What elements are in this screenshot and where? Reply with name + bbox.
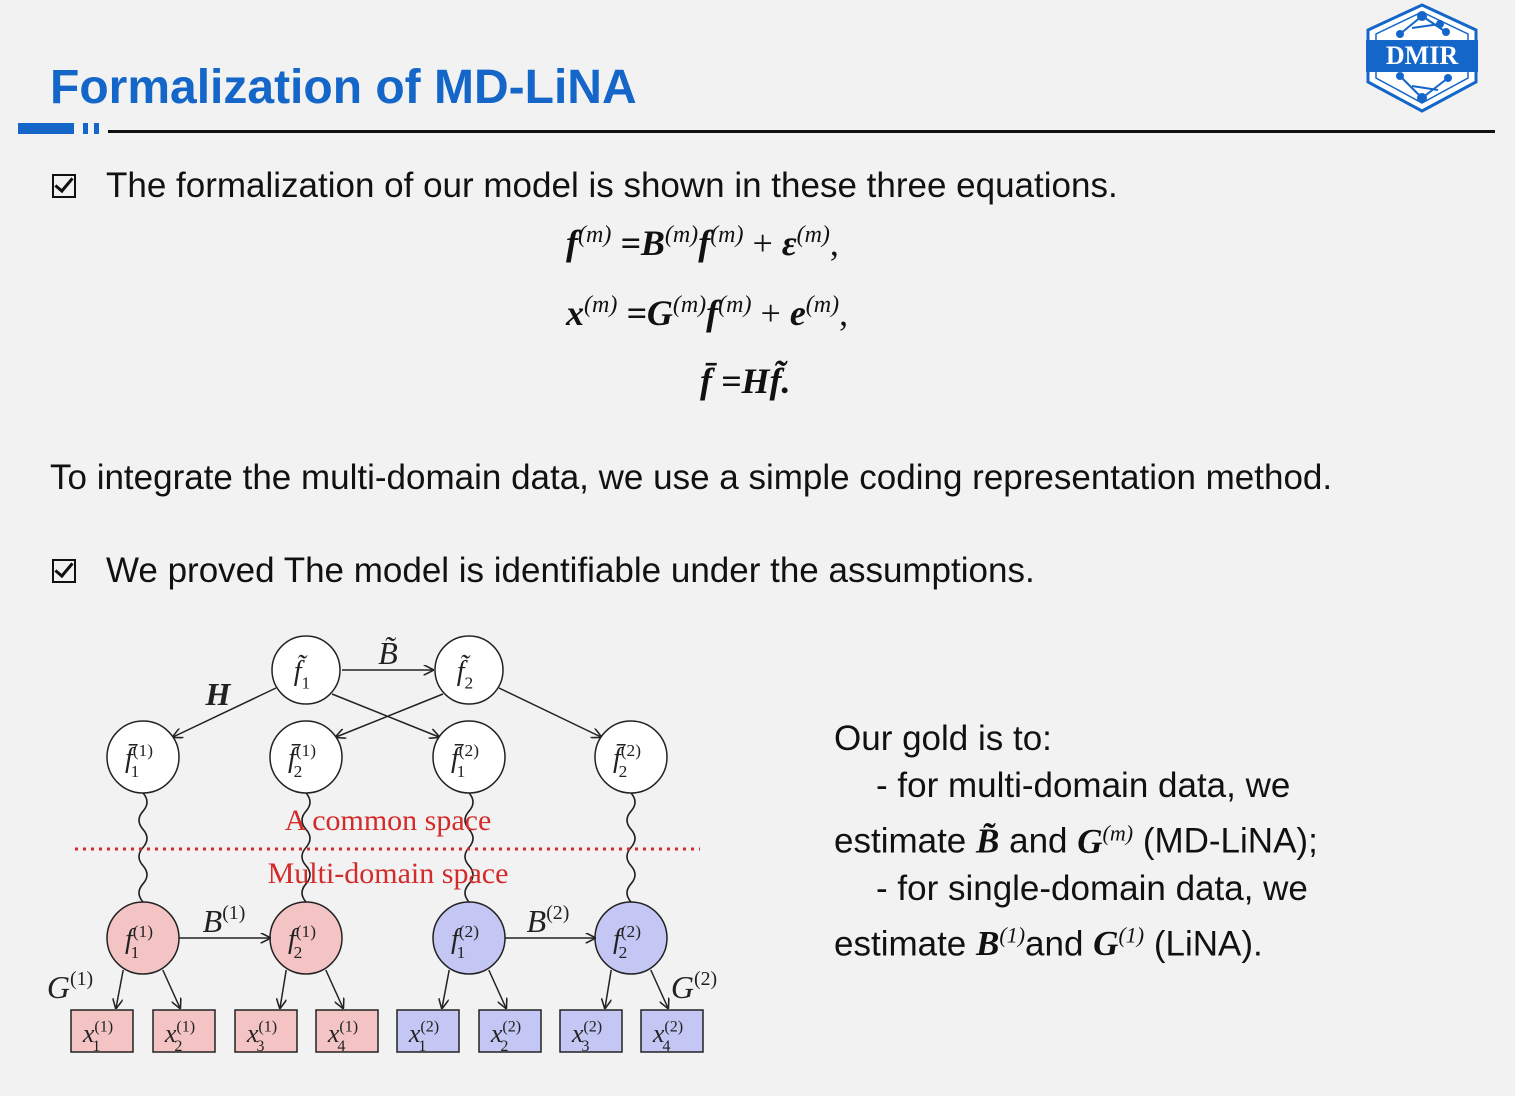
edge-g [162, 969, 180, 1008]
edge-g [325, 969, 343, 1008]
common-space-label: A common space [285, 804, 492, 837]
edge-g [280, 969, 287, 1008]
equation-1: f(m) =B(m)f(m) + ε(m), [566, 222, 839, 263]
bullet-2-text: We proved The model is identifiable unde… [106, 551, 1035, 590]
goal-line-5: estimate B(1)and G(1) (LiNA). [834, 922, 1263, 964]
checkbox-icon [52, 174, 76, 198]
edge-g [116, 969, 124, 1008]
equation-2: x(m) =G(m)f(m) + e(m), [566, 292, 849, 333]
latent-node [434, 635, 504, 705]
integration-paragraph: To integrate the multi-domain data, we u… [50, 458, 1333, 497]
title-accent-bar [18, 123, 74, 134]
checkbox-icon [52, 559, 76, 583]
goal-line-2: - for multi-domain data, we [876, 766, 1291, 805]
title-accent-tick [83, 123, 88, 134]
edge-h-2 [331, 693, 439, 737]
g2-label: G(2) [671, 968, 717, 1005]
multi-domain-space-label: Multi-domain space [268, 857, 509, 890]
edge-g [488, 969, 506, 1008]
edge-g [442, 969, 450, 1008]
page-title: Formalization of MD-LiNA [50, 61, 637, 114]
goal-line-3: estimate B̃ and G(m) (MD-LiNA); [834, 820, 1318, 861]
edge-h-4 [498, 687, 601, 737]
goal-line-4: - for single-domain data, we [876, 868, 1308, 908]
edge-h-3 [336, 693, 444, 737]
edge-g [650, 969, 668, 1008]
logo-text: DMIR [1386, 41, 1458, 70]
b1-label: B(1) [203, 902, 246, 939]
dmir-logo: DMIR [1366, 3, 1478, 113]
btilde-label: B̃ [378, 635, 398, 671]
goal-text: Our gold is to: - for multi-domain data,… [834, 715, 1318, 967]
bullet-1-text: The formalization of our model is shown … [106, 166, 1118, 205]
g1-label: G(1) [47, 968, 93, 1005]
b2-label: B(2) [527, 902, 570, 939]
bullet-2: We proved The model is identifiable unde… [52, 551, 1035, 591]
causal-diagram: A common spaceMulti-domain spacef̃1 f̃2f̄… [47, 635, 717, 1055]
h-label: H [205, 676, 232, 712]
latent-node [271, 635, 341, 705]
equation-3: f̄ =Hf̃. [700, 361, 791, 401]
title-accent-tick [94, 123, 99, 134]
bullet-1: The formalization of our model is shown … [52, 166, 1118, 206]
edge-g [605, 969, 612, 1008]
title-divider [108, 130, 1495, 133]
goal-line-1: Our gold is to: [834, 719, 1052, 758]
